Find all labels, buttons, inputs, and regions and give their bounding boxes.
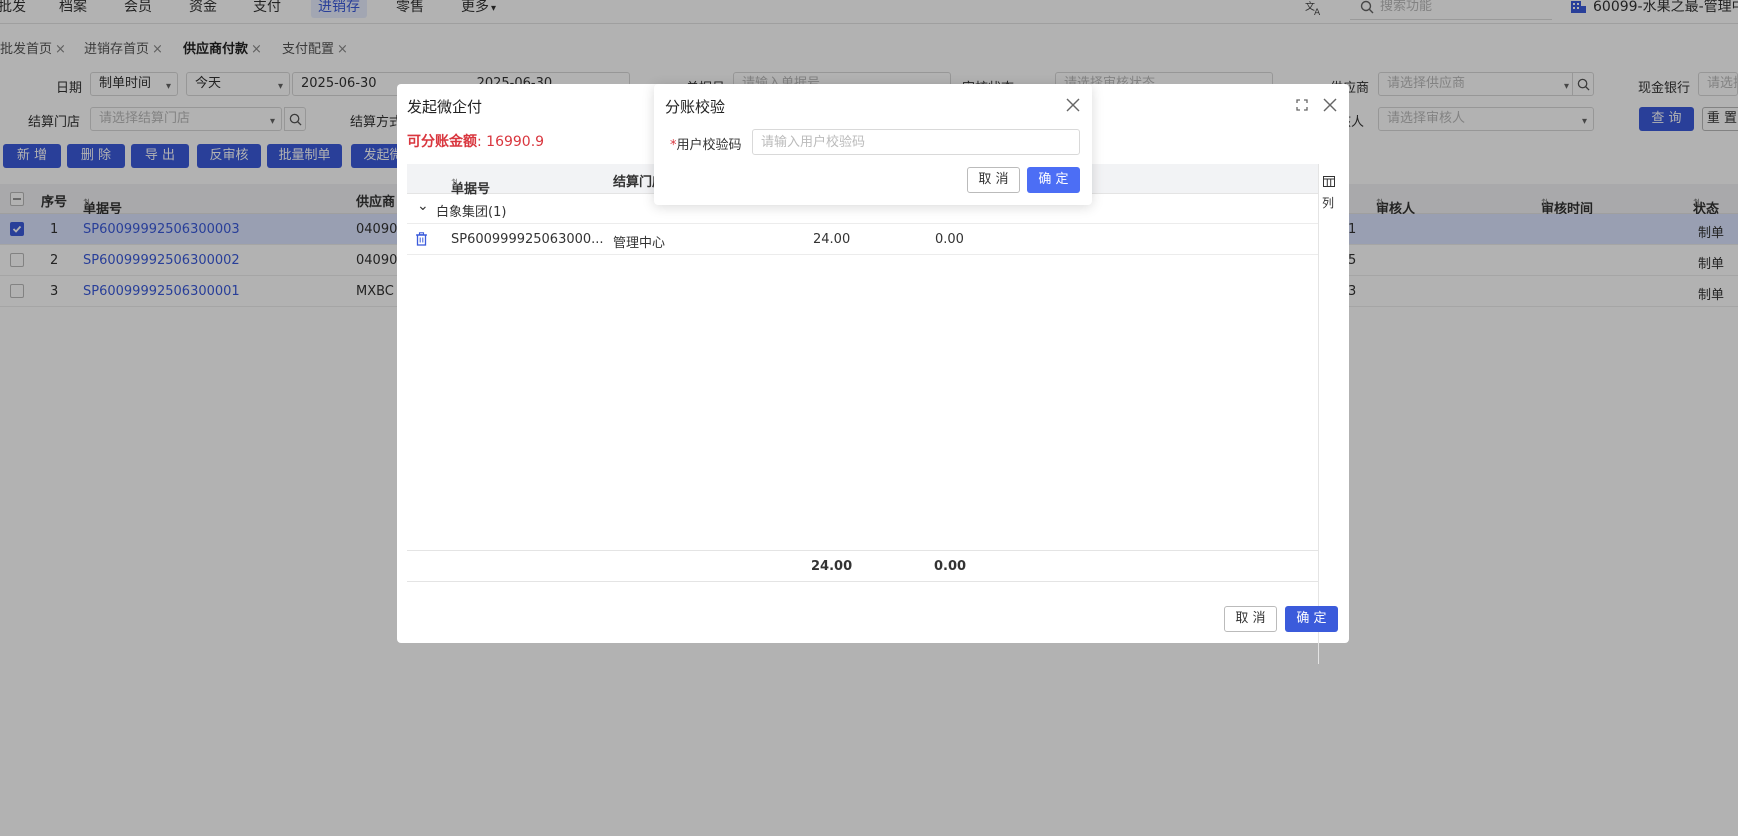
row-split-amount: 0.00 [935, 232, 964, 247]
row-amount: 24.00 [813, 232, 851, 247]
group-name: 白象集团(1) [436, 205, 507, 220]
table-total-row: 24.00 0.00 [407, 550, 1318, 582]
confirm-button[interactable]: 确 定 [1027, 167, 1080, 193]
table-row[interactable]: SP600999925063000... 管理中心 24.00 0.00 [407, 224, 1318, 255]
verification-code-input[interactable] [752, 129, 1080, 155]
verification-code-label-text: 用户校验码 [676, 138, 742, 153]
amount-value: : 16990.9 [477, 134, 545, 150]
delete-icon[interactable] [415, 232, 428, 246]
row-doc-no: SP600999925063000... [451, 232, 604, 247]
chevron-down-icon[interactable]: ⌄ [417, 198, 429, 214]
split-verification-dialog: 分账校验 *用户校验码 取 消 确 定 [654, 84, 1092, 205]
amount-label: 可分账金额 [407, 134, 477, 150]
verification-code-label: *用户校验码 [670, 134, 742, 153]
dialog-title: 分账校验 [665, 98, 726, 116]
columns-icon [1323, 176, 1335, 187]
splittable-amount: 可分账金额: 16990.9 [407, 131, 544, 151]
cancel-button[interactable]: 取 消 [967, 167, 1020, 193]
maximize-icon[interactable] [1296, 99, 1308, 111]
row-store: 管理中心 [613, 236, 666, 251]
cancel-button[interactable]: 取 消 [1224, 606, 1277, 632]
column-settings[interactable]: 列 [1318, 164, 1338, 664]
columns-label: 列 [1322, 196, 1335, 210]
total-amount: 24.00 [811, 559, 853, 574]
confirm-button[interactable]: 确 定 [1285, 606, 1338, 632]
sort-icon: ⇅ [451, 178, 460, 189]
close-icon[interactable] [1066, 98, 1080, 112]
close-icon[interactable] [1323, 98, 1337, 112]
total-split-amount: 0.00 [934, 559, 967, 574]
dialog-title: 发起微企付 [407, 98, 483, 116]
